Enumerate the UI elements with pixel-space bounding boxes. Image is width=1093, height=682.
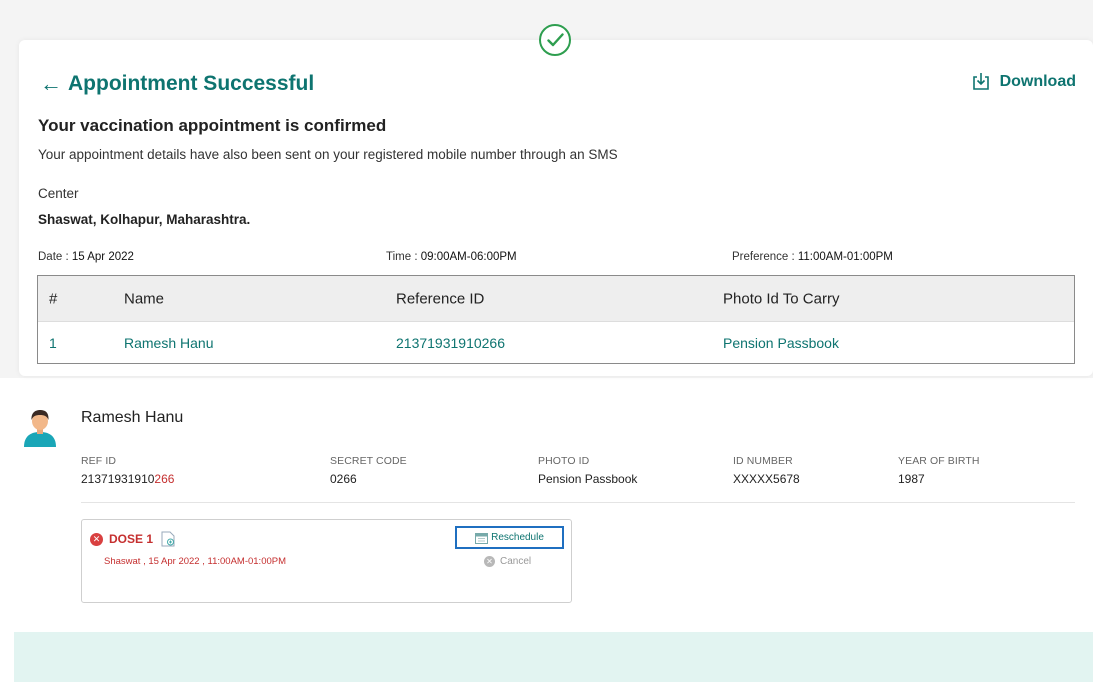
- secret-code-value: 0266: [330, 472, 357, 486]
- time-label: Time :: [386, 251, 421, 263]
- dose-label: DOSE 1: [109, 532, 154, 546]
- header-index: #: [49, 290, 58, 307]
- cancel-label: Cancel: [500, 556, 532, 567]
- table-header: # Name Reference ID Photo Id To Carry: [38, 276, 1074, 322]
- arrow-left-icon[interactable]: ←: [40, 71, 62, 97]
- dose-details: Shaswat , 15 Apr 2022 , 11:00AM-01:00PM: [104, 556, 287, 567]
- id-number-label: ID NUMBER: [733, 455, 793, 467]
- year-of-birth-label: YEAR OF BIRTH: [898, 455, 980, 467]
- preference-value: 11:00AM-01:00PM: [797, 251, 893, 263]
- download-label: Download: [999, 72, 1076, 90]
- footer-band: [14, 632, 1093, 682]
- center-label: Center: [38, 186, 79, 201]
- secret-code-label: SECRET CODE: [330, 455, 407, 467]
- header-reference-id: Reference ID: [396, 290, 485, 307]
- avatar: [22, 407, 58, 447]
- date-label: Date :: [38, 251, 72, 263]
- page-header: ← Appointment Successful: [40, 71, 314, 97]
- date-info: Date : 15 Apr 2022: [38, 251, 134, 263]
- calendar-icon: [475, 532, 489, 544]
- confirmation-subtext: Your appointment details have also been …: [38, 147, 618, 162]
- row-reference-id: 21371931910266: [396, 335, 506, 351]
- photo-id-label: PHOTO ID: [538, 455, 590, 467]
- time-value: 09:00AM-06:00PM: [420, 251, 517, 263]
- row-name: Ramesh Hanu: [124, 335, 214, 351]
- row-index: 1: [49, 335, 57, 351]
- beneficiary-name: Ramesh Hanu: [81, 409, 184, 426]
- appointment-table: # Name Reference ID Photo Id To Carry 1 …: [37, 275, 1075, 364]
- cancel-icon: ✕: [484, 556, 495, 567]
- divider: [81, 502, 1075, 503]
- photo-id-value: Pension Passbook: [538, 472, 638, 486]
- header-name: Name: [124, 290, 165, 307]
- header-photo-id: Photo Id To Carry: [723, 290, 840, 307]
- preference-label: Preference :: [732, 251, 798, 263]
- ref-id-suffix: 266: [154, 472, 175, 486]
- check-circle-icon: [539, 24, 571, 56]
- table-row: 1 Ramesh Hanu 21371931910266 Pension Pas…: [38, 322, 1074, 364]
- dose-title: ✕ DOSE 1: [90, 531, 175, 547]
- ref-id-label: REF ID: [81, 455, 117, 467]
- ref-id-value: 21371931910266: [81, 472, 174, 486]
- download-button[interactable]: Download: [972, 72, 1076, 91]
- dose-card: ✕ DOSE 1 Shaswat , 15 Apr 2022 , 11:00AM…: [81, 519, 572, 603]
- page-title: Appointment Successful: [68, 72, 315, 95]
- year-of-birth-value: 1987: [898, 472, 925, 486]
- date-value: 15 Apr 2022: [71, 251, 134, 263]
- confirmation-heading: Your vaccination appointment is confirme…: [38, 116, 387, 135]
- row-photo-id: Pension Passbook: [723, 335, 839, 351]
- preference-info: Preference : 11:00AM-01:00PM: [732, 251, 893, 263]
- reschedule-label: Reschedule: [491, 532, 544, 543]
- error-icon: ✕: [90, 532, 103, 546]
- document-icon[interactable]: [161, 531, 175, 547]
- id-number-value: XXXXX5678: [733, 472, 800, 486]
- download-icon: [972, 73, 989, 90]
- reschedule-button[interactable]: Reschedule: [455, 526, 564, 549]
- ref-id-prefix: 21371931910: [81, 472, 155, 486]
- cancel-button[interactable]: ✕ Cancel: [484, 556, 531, 567]
- time-info: Time : 09:00AM-06:00PM: [386, 251, 517, 263]
- center-value: Shaswat, Kolhapur, Maharashtra.: [38, 212, 251, 227]
